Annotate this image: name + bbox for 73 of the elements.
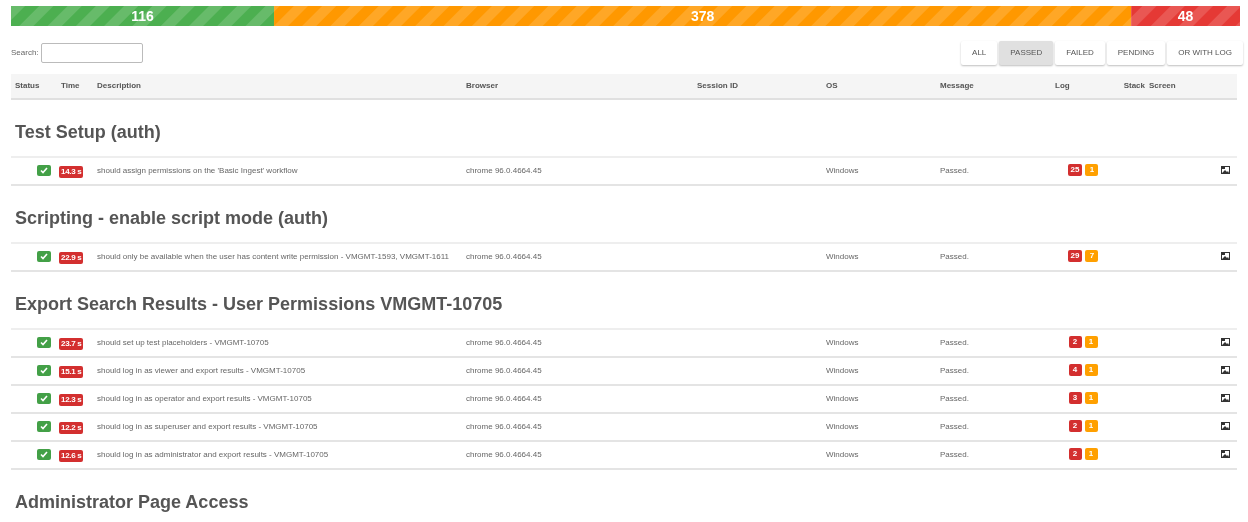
column-header[interactable]: Stack bbox=[1115, 80, 1149, 92]
error-count-badge[interactable]: 3 bbox=[1068, 392, 1082, 404]
message-text: Passed. bbox=[940, 394, 969, 403]
test-description: should log in as operator and export results - VMGMT-10705 bbox=[97, 394, 312, 403]
duration-badge: 12.6 s bbox=[59, 450, 84, 462]
search-label: Search: bbox=[11, 47, 39, 59]
group-heading: Test Setup (auth) bbox=[15, 122, 161, 142]
column-header[interactable]: Status bbox=[11, 80, 57, 92]
duration-badge: 22.9 s bbox=[59, 252, 84, 264]
message-text: Passed. bbox=[940, 338, 969, 347]
column-header[interactable]: Message bbox=[936, 80, 1051, 92]
column-header[interactable]: Browser bbox=[462, 80, 693, 92]
duration-badge: 23.7 s bbox=[59, 338, 84, 350]
os-text: Windows bbox=[826, 450, 859, 459]
column-header[interactable]: Log bbox=[1051, 80, 1115, 92]
column-header[interactable]: Time bbox=[57, 80, 93, 92]
search-field[interactable] bbox=[40, 43, 143, 63]
data-label: 116 bbox=[131, 8, 154, 24]
filter-button[interactable]: PASSED bbox=[999, 41, 1054, 65]
column-header[interactable]: Screen bbox=[1149, 80, 1240, 92]
column-header[interactable]: Session ID bbox=[693, 80, 822, 92]
filter-button[interactable]: OR WITH LOG bbox=[1167, 41, 1243, 65]
test-description: should log in as administrator and export results - VMGMT-10705 bbox=[97, 450, 329, 459]
browser-text: chrome 96.0.4664.45 bbox=[466, 450, 542, 459]
duration-badge: 12.2 s bbox=[59, 422, 84, 434]
error-count-badge[interactable]: 2 bbox=[1068, 420, 1082, 432]
browser-text: chrome 96.0.4664.45 bbox=[466, 166, 542, 175]
column-header[interactable]: OS bbox=[822, 80, 936, 92]
browser-text: chrome 96.0.4664.45 bbox=[466, 422, 542, 431]
browser-text: chrome 96.0.4664.45 bbox=[466, 252, 542, 261]
test-description: should only be available when the user has content write permission - VMGMT-1593, VMGMT-1611 bbox=[97, 252, 450, 261]
os-text: Windows bbox=[826, 166, 859, 175]
os-text: Windows bbox=[826, 366, 859, 375]
duration-badge: 12.3 s bbox=[59, 394, 84, 406]
test-description: should log in as viewer and export results - VMGMT-10705 bbox=[97, 366, 306, 375]
os-text: Windows bbox=[826, 252, 859, 261]
test-description: should assign permissions on the 'Basic Ingest' workflow bbox=[97, 166, 298, 175]
message-text: Passed. bbox=[940, 450, 969, 459]
os-text: Windows bbox=[826, 394, 859, 403]
data-label: 378 bbox=[690, 8, 715, 24]
column-header[interactable]: Description bbox=[93, 80, 462, 92]
filter-button[interactable]: ALL bbox=[961, 41, 998, 65]
group-heading: Administrator Page Access bbox=[15, 492, 249, 512]
browser-text: chrome 96.0.4664.45 bbox=[466, 366, 542, 375]
message-text: Passed. bbox=[940, 166, 969, 175]
filter-button[interactable]: FAILED bbox=[1055, 41, 1105, 65]
filter-button[interactable]: PENDING bbox=[1106, 41, 1166, 65]
error-count-badge[interactable]: 2 bbox=[1068, 448, 1082, 460]
error-count-badge[interactable]: 25 bbox=[1067, 164, 1083, 176]
test-description: should log in as superuser and export results - VMGMT-10705 bbox=[97, 422, 318, 431]
duration-badge: 15.1 s bbox=[59, 366, 84, 378]
screenshot-icon[interactable] bbox=[1221, 450, 1230, 458]
error-count-badge[interactable]: 29 bbox=[1067, 250, 1083, 262]
message-text: Passed. bbox=[940, 422, 969, 431]
screenshot-icon[interactable] bbox=[1221, 166, 1230, 174]
error-count-badge[interactable]: 4 bbox=[1068, 364, 1082, 376]
group-heading: Scripting - enable script mode (auth) bbox=[15, 208, 329, 228]
test-description: should set up test placeholders - VMGMT-10705 bbox=[97, 338, 269, 347]
message-text: Passed. bbox=[940, 252, 969, 261]
os-text: Windows bbox=[826, 422, 859, 431]
browser-text: chrome 96.0.4664.45 bbox=[466, 338, 542, 347]
error-count-badge[interactable]: 2 bbox=[1068, 336, 1082, 348]
screenshot-icon[interactable] bbox=[1221, 338, 1230, 346]
screenshot-icon[interactable] bbox=[1221, 422, 1230, 430]
os-text: Windows bbox=[826, 338, 859, 347]
data-label: 48 bbox=[1177, 8, 1194, 24]
duration-badge: 14.3 s bbox=[59, 166, 84, 178]
browser-text: chrome 96.0.4664.45 bbox=[466, 394, 542, 403]
group-heading: Export Search Results - User Permissions VMGMT-10705 bbox=[15, 294, 503, 314]
message-text: Passed. bbox=[940, 366, 969, 375]
screenshot-icon[interactable] bbox=[1221, 394, 1230, 402]
screenshot-icon[interactable] bbox=[1221, 252, 1230, 260]
screenshot-icon[interactable] bbox=[1221, 366, 1230, 374]
